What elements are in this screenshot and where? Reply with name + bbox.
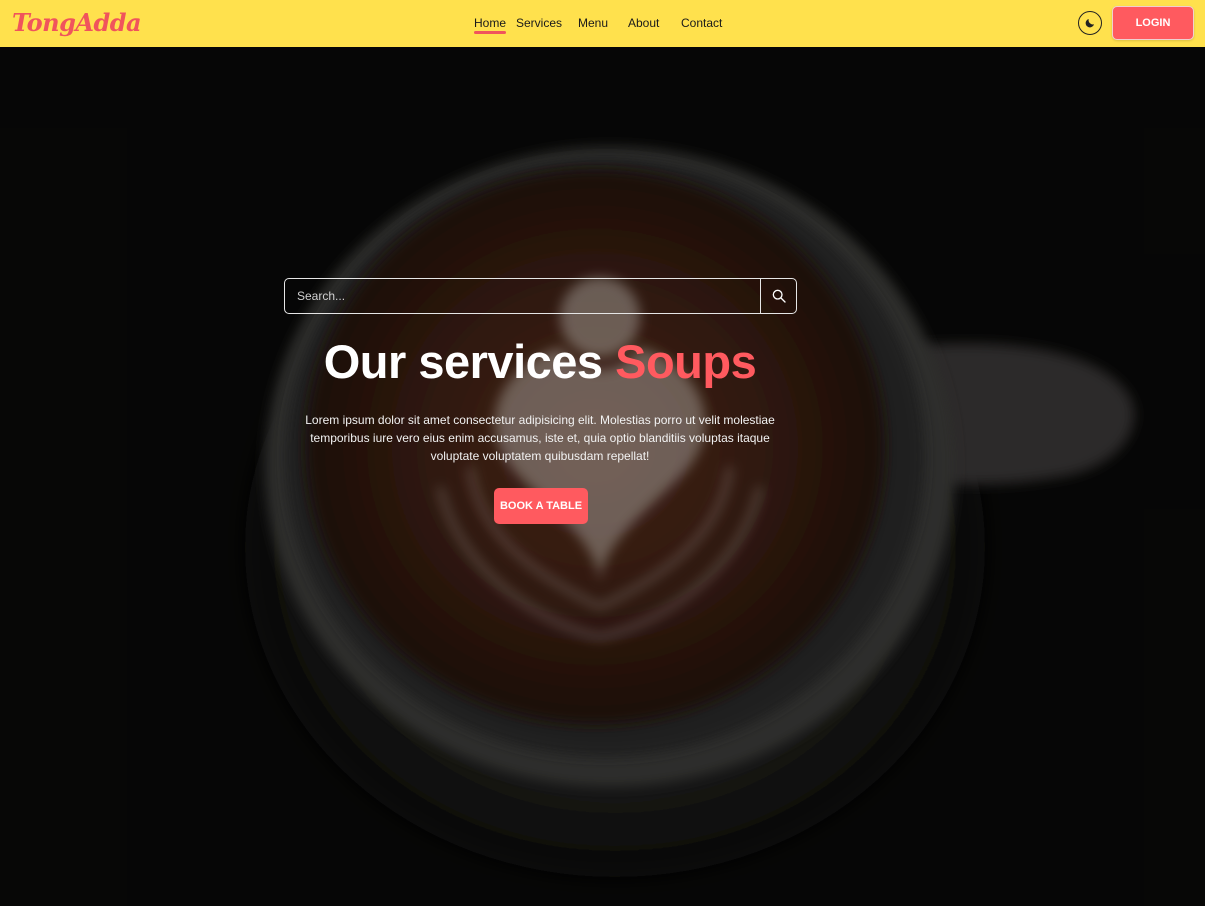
- nav-item-contact[interactable]: Contact: [681, 16, 722, 30]
- search-bar: [284, 278, 797, 314]
- login-button[interactable]: LOGIN: [1112, 6, 1194, 40]
- hero-dark-overlay: [0, 47, 1205, 906]
- hero-headline: Our services Soups: [0, 334, 1080, 389]
- theme-toggle-button[interactable]: [1078, 11, 1102, 35]
- hero-section: Our services Soups Lorem ipsum dolor sit…: [0, 47, 1205, 906]
- headline-main: Our services: [323, 335, 603, 388]
- search-input[interactable]: [284, 278, 761, 314]
- nav-item-services[interactable]: Services: [516, 16, 562, 30]
- nav-item-menu[interactable]: Menu: [578, 16, 608, 30]
- nav-item-about[interactable]: About: [628, 16, 659, 30]
- moon-icon: [1085, 19, 1094, 28]
- hero-description: Lorem ipsum dolor sit amet consectetur a…: [305, 413, 775, 463]
- top-navbar: TongAdda Home Services Menu About Contac…: [0, 0, 1205, 47]
- headline-accent: Soups: [615, 335, 757, 388]
- main-nav: Home Services Menu About Contact: [0, 0, 1205, 47]
- search-icon: [772, 289, 786, 303]
- book-table-button[interactable]: BOOK A TABLE: [494, 488, 588, 524]
- nav-item-home[interactable]: Home: [474, 16, 507, 34]
- search-button[interactable]: [761, 278, 797, 314]
